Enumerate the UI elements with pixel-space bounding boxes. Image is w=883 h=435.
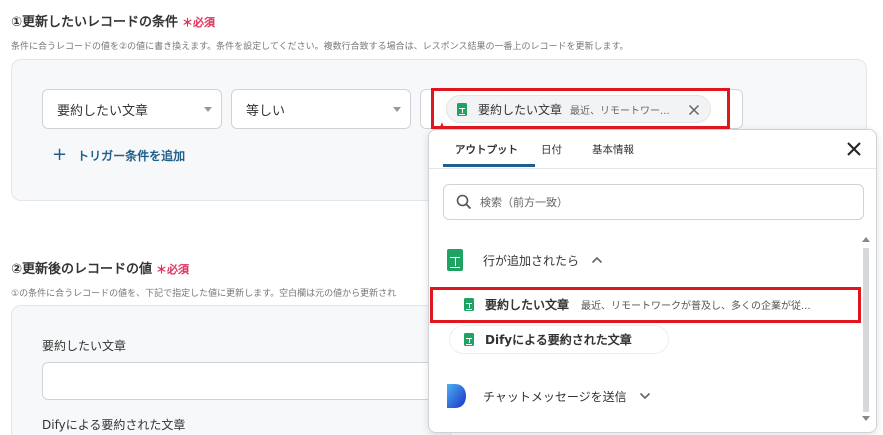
scroll-down-icon[interactable] <box>862 416 870 422</box>
chip-label: 要約したい文章 <box>478 102 563 117</box>
field1-label: 要約したい文章 <box>42 339 127 353</box>
required-badge: ＊必須 <box>156 263 190 276</box>
section1-title: ①更新したいレコードの条件 ＊必須 <box>11 11 215 30</box>
section1-description: 条件に合うレコードの値を②の値に書き換えます。条件を設定してください。複数行合致… <box>11 42 629 52</box>
spreadsheet-icon <box>457 102 467 116</box>
chevron-down-icon <box>204 107 212 112</box>
chevron-down-icon <box>393 107 401 112</box>
group-label: チャットメッセージを送信 <box>483 389 627 404</box>
section2-title: ②更新後のレコードの値 ＊必須 <box>11 258 189 277</box>
required-badge: ＊必須 <box>182 16 216 29</box>
search-placeholder: 検索（前方一致） <box>480 196 568 209</box>
group-label: 行が追加されたら <box>483 253 580 268</box>
group-row-chat[interactable]: チャットメッセージを送信 <box>445 383 651 409</box>
condition-field-value: 要約したい文章 <box>57 103 149 119</box>
chip-preview: 最近、リモートワー... <box>570 105 670 117</box>
active-tab-indicator <box>443 164 535 167</box>
output-item[interactable]: 要約したい文章 最近、リモートワークが普及し、多くの企業が従... <box>449 290 844 319</box>
section1-title-text: ①更新したいレコードの条件 <box>11 15 179 30</box>
close-icon[interactable] <box>844 139 864 159</box>
spreadsheet-icon <box>464 333 474 346</box>
tab-basic-info[interactable]: 基本情報 <box>592 142 634 157</box>
output-item-preview: 最近、リモートワークが普及し、多くの企業が従... <box>581 301 811 312</box>
google-sheets-icon <box>447 249 463 271</box>
group-row-added[interactable]: 行が追加されたら <box>447 249 603 271</box>
variable-picker-popup: アウトプット 日付 基本情報 検索（前方一致） 行が追加されたら 要約したい文章… <box>428 129 877 433</box>
section2-title-text: ②更新後のレコードの値 <box>11 262 153 277</box>
add-condition-button[interactable]: + トリガー条件を追加 <box>52 146 185 164</box>
condition-value-chip[interactable]: 要約したい文章 最近、リモートワー... <box>446 95 711 123</box>
plus-icon: + <box>52 144 68 165</box>
tab-output[interactable]: アウトプット <box>455 142 518 157</box>
tab-divider <box>429 168 876 169</box>
output-item-label: Difyによる要約された文章 <box>485 333 632 347</box>
chevron-down-icon <box>639 392 650 400</box>
output-item-label: 要約したい文章 <box>485 298 570 312</box>
condition-field-select[interactable]: 要約したい文章 <box>42 89 222 129</box>
scroll-up-icon[interactable] <box>862 236 870 242</box>
section2-description: ①の条件に合うレコードの値を、下記で指定した値に更新します。空白欄は元の値から更… <box>11 289 397 299</box>
search-input[interactable]: 検索（前方一致） <box>443 184 864 220</box>
spreadsheet-icon <box>464 298 474 311</box>
condition-operator-select[interactable]: 等しい <box>231 89 411 129</box>
close-icon[interactable] <box>688 104 700 116</box>
field2-label: Difyによる要約された文章 <box>42 418 186 432</box>
tab-date[interactable]: 日付 <box>541 142 562 157</box>
add-condition-label: トリガー条件を追加 <box>77 148 186 163</box>
output-item[interactable]: Difyによる要約された文章 <box>449 325 669 354</box>
chevron-up-icon <box>591 256 603 264</box>
condition-operator-value: 等しい <box>246 103 286 119</box>
scroll-thumb[interactable] <box>863 248 869 412</box>
search-icon <box>456 194 472 210</box>
scrollbar[interactable] <box>862 236 870 426</box>
dify-logo-icon <box>447 384 466 408</box>
field1-input[interactable] <box>42 362 462 400</box>
